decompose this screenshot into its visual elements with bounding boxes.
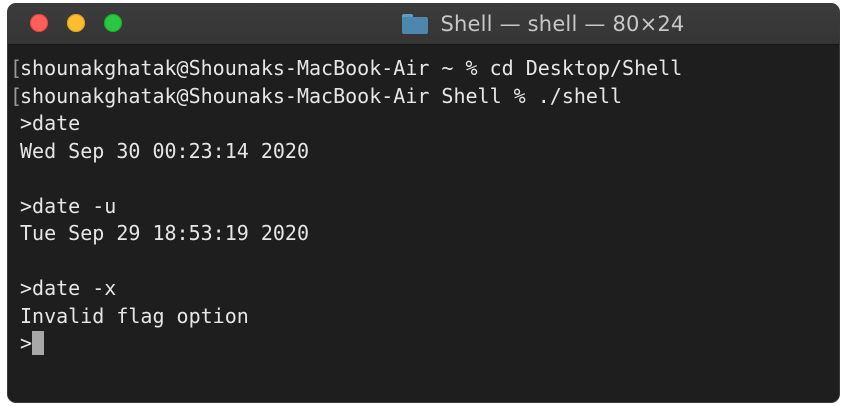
line-text: >date -u bbox=[20, 193, 117, 218]
line-text: shounakghatak@Shounaks-MacBook-Air Shell… bbox=[20, 83, 623, 108]
terminal-line: Tue Sep 29 18:53:19 2020 bbox=[10, 220, 839, 248]
title-bar[interactable]: Shell — shell — 80×24 bbox=[8, 4, 839, 45]
terminal-line: [shounakghatak@Shounaks-MacBook-Air ~ % … bbox=[10, 55, 839, 83]
line-text: shounakghatak@Shounaks-MacBook-Air ~ % c… bbox=[20, 56, 683, 80]
folder-icon bbox=[402, 14, 429, 34]
window-title: Shell — shell — 80×24 bbox=[440, 12, 685, 36]
terminal-line: Invalid flag option bbox=[10, 303, 839, 331]
terminal-line: Wed Sep 30 00:23:14 2020 bbox=[10, 138, 839, 166]
window-title-area: Shell — shell — 80×24 bbox=[8, 4, 839, 44]
line-text: >date -x bbox=[20, 276, 117, 300]
terminal-line: [shounakghatak@Shounaks-MacBook-Air Shel… bbox=[10, 83, 839, 111]
prompt-line[interactable]: > bbox=[10, 330, 839, 358]
line-marker: [ bbox=[10, 56, 23, 80]
text-cursor bbox=[32, 331, 45, 355]
terminal-line: >date -x bbox=[10, 275, 839, 303]
terminal-window: Shell — shell — 80×24 [shounakghatak@Sho… bbox=[8, 4, 839, 402]
terminal-output[interactable]: [shounakghatak@Shounaks-MacBook-Air ~ % … bbox=[8, 45, 839, 402]
line-text: Invalid flag option bbox=[20, 303, 249, 328]
terminal-line: >date bbox=[10, 110, 839, 138]
line-text: Wed Sep 30 00:23:14 2020 bbox=[20, 138, 309, 163]
line-text: >date bbox=[20, 111, 81, 135]
line-text: Tue Sep 29 18:53:19 2020 bbox=[20, 221, 309, 245]
line-marker: [ bbox=[10, 83, 23, 108]
prompt: > bbox=[20, 331, 33, 355]
terminal-line: >date -u bbox=[10, 193, 839, 221]
